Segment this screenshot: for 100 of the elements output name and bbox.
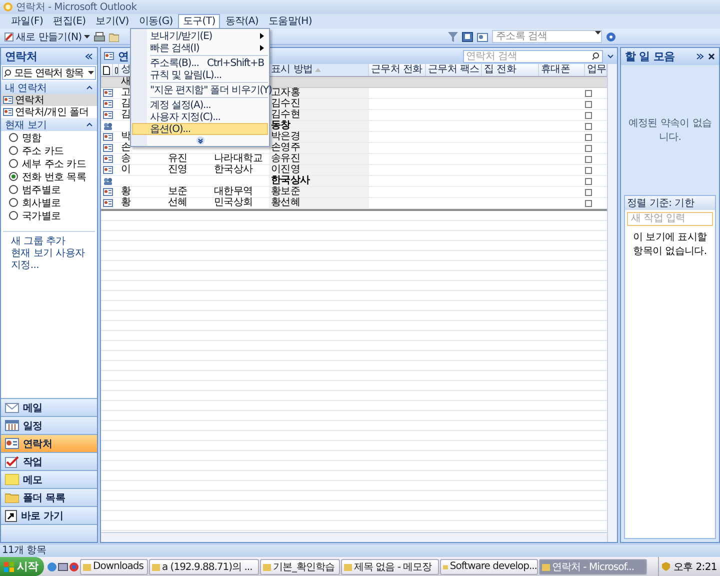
menu-item[interactable]: 보내기/받기(E) xyxy=(132,30,268,42)
view-option[interactable]: 회사별로 xyxy=(22,196,61,210)
taskbar-button[interactable]: Software develop... xyxy=(440,558,538,574)
menu-item[interactable]: 주소록(B)... Ctrl+Shift+B xyxy=(132,57,268,69)
checkbox[interactable] xyxy=(585,122,592,130)
nav-button[interactable]: 작업 xyxy=(1,452,97,470)
menu-item[interactable]: 파일(F) xyxy=(6,14,48,30)
checkbox[interactable] xyxy=(585,166,592,174)
folder-item[interactable]: 연락처/개인 폴더 xyxy=(1,106,97,118)
filter-icon[interactable] xyxy=(448,32,458,42)
section-header[interactable]: 현재 보기 xyxy=(1,118,97,131)
checkbox[interactable] xyxy=(585,156,592,162)
shortcut-arrow-icon xyxy=(5,510,17,522)
menu-item[interactable]: 계정 설정(A)... xyxy=(132,99,268,111)
view-option[interactable]: 국가별로 xyxy=(22,208,61,222)
checkbox[interactable] xyxy=(585,178,592,184)
window-icon xyxy=(443,562,448,570)
menu-item[interactable]: 보기(V) xyxy=(90,14,134,30)
desktop-icon[interactable] xyxy=(58,562,68,572)
browser-icon[interactable] xyxy=(47,562,57,572)
expand-icon[interactable] xyxy=(607,53,614,59)
checkbox[interactable] xyxy=(585,112,592,118)
expand-pane-icon[interactable] xyxy=(696,53,704,60)
table-cell-text: 고자홍 xyxy=(271,88,300,98)
taskbar-button[interactable]: 제목 없음 - 메모장 xyxy=(341,558,439,574)
contact-card-icon xyxy=(103,199,113,207)
section-header[interactable]: 내 연락처 xyxy=(1,81,97,94)
column-header[interactable]: 업무 xyxy=(587,64,606,76)
folder-item[interactable]: 연락처 xyxy=(1,94,97,106)
search-icon xyxy=(592,52,600,60)
document-icon xyxy=(103,66,110,74)
table-cell-text: 한국상사 xyxy=(213,165,253,175)
taskbar-button[interactable]: a (192.9.88.71)의 ... xyxy=(149,558,259,574)
table-cell-text: 고 xyxy=(120,88,131,98)
contact-card-icon xyxy=(103,89,113,97)
checkbox[interactable] xyxy=(585,100,592,108)
contacts-folder-icon xyxy=(3,96,13,104)
contact-card-icon xyxy=(5,438,19,449)
nav-button[interactable]: 메일 xyxy=(1,398,97,416)
nav-button[interactable]: 메모 xyxy=(1,470,97,488)
checkbox[interactable] xyxy=(585,188,592,196)
status-bar: 11개 항목 xyxy=(0,545,720,557)
view-option[interactable]: 세부 주소 카드 xyxy=(22,156,86,170)
link[interactable]: 현재 보기 사용자 지정... xyxy=(1,248,97,272)
menu-item[interactable]: 이동(G) xyxy=(134,14,178,30)
menu-item[interactable]: 도구(T) xyxy=(178,14,220,29)
pane-title: 할 일 모음 xyxy=(625,49,675,64)
menu-item[interactable]: 도움말(H) xyxy=(263,14,318,30)
menu-item[interactable]: 편집(E) xyxy=(48,14,91,30)
checkbox[interactable] xyxy=(585,200,592,206)
expand-menu-icon[interactable] xyxy=(196,136,204,144)
folder-filter-dropdown[interactable]: 모든 연락처 항목 xyxy=(2,66,96,80)
table-cell-text: 황 xyxy=(120,187,131,197)
nav-button[interactable]: 바로 가기 xyxy=(1,506,97,524)
print-icon[interactable] xyxy=(94,32,105,42)
move-folder-icon[interactable] xyxy=(108,32,119,42)
contact-card-icon xyxy=(103,155,113,163)
column-header[interactable]: 휴대폰 xyxy=(541,64,570,76)
checkbox[interactable] xyxy=(585,90,592,96)
collapse-icon[interactable] xyxy=(86,84,93,90)
search-field[interactable]: 주소록 검색 xyxy=(492,30,602,43)
nav-button[interactable]: 일정 xyxy=(1,416,97,434)
clock: 오후 2:21 xyxy=(673,560,717,574)
column-header[interactable]: 근무처 팩스 xyxy=(428,64,480,76)
menu-item[interactable]: 사용자 지정(C)... xyxy=(132,111,268,123)
view-option[interactable]: 명함 xyxy=(22,130,42,144)
collapse-pane-icon[interactable] xyxy=(85,53,93,60)
column-header[interactable]: 집 전화 xyxy=(484,64,516,76)
menu-item[interactable]: 옵션(O)... xyxy=(132,123,268,135)
table-cell-text: 나라대학교 xyxy=(213,154,263,164)
checkbox[interactable] xyxy=(585,144,592,152)
vertical-scrollbar[interactable] xyxy=(607,64,617,542)
view-option[interactable]: 전화 번호 목록 xyxy=(22,170,86,184)
window-icon xyxy=(542,562,550,570)
table-cell-text: 김수진 xyxy=(270,99,300,109)
windows-logo-icon xyxy=(4,562,14,572)
collapse-icon[interactable] xyxy=(86,122,93,128)
taskbar-button[interactable]: Downloads xyxy=(80,558,148,574)
taskbar-button[interactable]: 기본_확인학습 xyxy=(260,558,340,574)
menu-item[interactable]: 빠른 검색(I) xyxy=(132,42,268,54)
arrange-by-header[interactable]: 정렬 기준: 기한 xyxy=(625,196,715,210)
caret-icon xyxy=(84,34,90,38)
nav-button[interactable]: 폴더 목록 xyxy=(1,488,97,506)
shield-icon xyxy=(662,562,670,571)
column-header[interactable]: 근무처 전화 xyxy=(371,64,422,76)
table-cell-text: 박 xyxy=(120,132,131,142)
help-icon[interactable] xyxy=(606,32,616,42)
checkbox[interactable] xyxy=(585,134,592,140)
close-icon[interactable] xyxy=(708,53,715,60)
new-button[interactable]: 새로 만들기(N) xyxy=(4,30,90,44)
link[interactable]: 새 그룹 추가 xyxy=(1,236,97,248)
table-cell-text: 유진 xyxy=(167,154,188,164)
horizontal-scrollbar[interactable] xyxy=(101,532,607,542)
table-cell-text: 손영주 xyxy=(270,143,300,153)
view-option[interactable]: 범주별로 xyxy=(22,182,61,196)
nav-button[interactable]: 연락처 xyxy=(1,434,97,452)
view-option[interactable]: 주소 카드 xyxy=(22,144,64,158)
menu-item[interactable]: 동작(A) xyxy=(220,14,264,30)
column-header[interactable]: 성 xyxy=(121,64,131,76)
window-icon xyxy=(344,562,352,570)
